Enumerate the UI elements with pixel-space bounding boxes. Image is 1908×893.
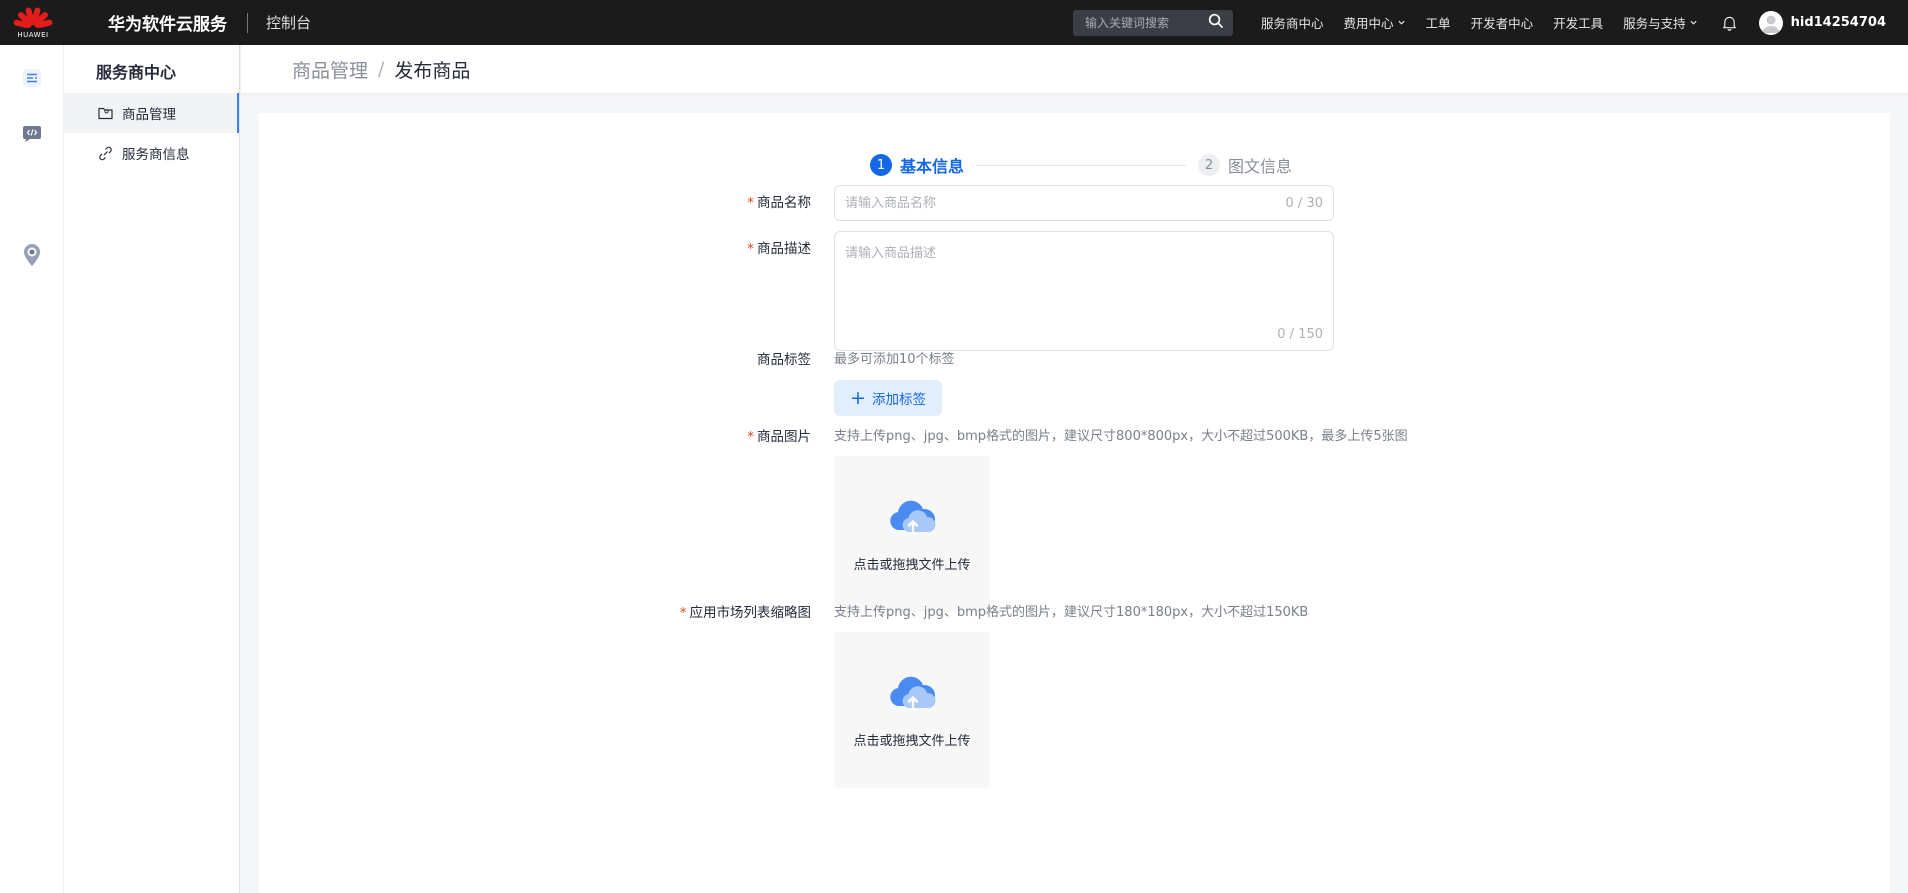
required-mark: * [747,429,754,445]
sidebar: 服务商中心 商品管理 服务商信息 [64,45,240,893]
step-label: 基本信息 [900,157,965,176]
form-card: 1 基本信息 2 图文信息 *商品名称 0 / 30 *商品描述 0 / 150… [259,113,1890,893]
thumbnail-uploader[interactable]: 点击或拖拽文件上传 [834,632,990,788]
upload-text: 点击或拖拽文件上传 [853,557,971,573]
nav-tickets[interactable]: 工单 [1426,13,1451,32]
char-counter: 0 / 150 [1277,327,1323,342]
thumbnail-field: 支持上传png、jpg、bmp格式的图片，建议尺寸180*180px，大小不超过… [834,601,1308,788]
product-images-label: * 商品图片 [747,429,811,445]
divider [247,12,248,33]
sidebar-item-product-management[interactable]: 商品管理 [64,93,239,133]
upload-text: 点击或拖拽文件上传 [853,733,971,749]
product-name-input[interactable] [845,195,1286,211]
product-name-label: * 商品名称 [747,195,811,211]
step-number: 1 [870,154,892,176]
chevron-down-icon [1689,15,1698,30]
product-tags-label: 商品标签 [757,352,811,368]
required-mark: * [679,605,687,621]
huawei-logo-icon [12,6,54,29]
bell-icon[interactable] [1722,15,1737,31]
icon-rail [0,45,64,893]
sidebar-title: 服务商中心 [96,63,177,82]
step-indicator: 1 基本信息 2 图文信息 [870,153,1292,177]
top-navigation-bar: HUAWEI 华为软件云服务 控制台 服务商中心 费用中心 工单 开发者中心 开… [0,0,1908,45]
logo-text: HUAWEI [17,30,49,39]
link-icon [98,145,114,161]
username: hid14254704 [1790,15,1886,30]
thumbnail-hint: 支持上传png、jpg、bmp格式的图片，建议尺寸180*180px，大小不超过… [834,605,1309,620]
breadcrumb-separator: / [378,58,385,80]
avatar[interactable] [1758,10,1783,35]
folder-icon [98,105,114,121]
product-name[interactable]: 华为软件云服务 [108,10,227,35]
step-label: 图文信息 [1228,157,1293,176]
product-images-field: 支持上传png、jpg、bmp格式的图片，建议尺寸800*800px，大小不超过… [834,425,1408,612]
cloud-upload-icon [887,672,937,716]
list-icon [23,69,41,91]
search-box[interactable] [1073,9,1234,36]
step-connector [976,164,1187,166]
step-media-info[interactable]: 2 图文信息 [1198,153,1292,177]
sidebar-item-label: 服务商信息 [122,147,190,163]
rail-item-list[interactable] [0,69,64,91]
step-basic-info[interactable]: 1 基本信息 [870,153,964,177]
page-title: 发布商品 [394,59,471,82]
add-tag-button[interactable]: + 添加标签 [834,380,942,416]
product-name-input-wrapper[interactable]: 0 / 30 [834,185,1334,221]
required-mark: * [747,241,754,257]
chevron-down-icon [1397,15,1406,30]
nav-provider-center[interactable]: 服务商中心 [1261,13,1324,32]
breadcrumb-parent[interactable]: 商品管理 [292,56,368,83]
search-input[interactable] [1085,15,1209,30]
product-description-field: 0 / 150 [834,231,1334,351]
product-description-wrapper[interactable]: 0 / 150 [834,231,1334,351]
search-icon[interactable] [1208,13,1223,32]
rail-item-location[interactable] [0,243,64,271]
rail-item-code[interactable] [0,125,64,147]
char-counter: 0 / 30 [1285,195,1323,211]
step-number: 2 [1198,154,1221,176]
cloud-upload-icon [887,496,937,540]
nav-service-support[interactable]: 服务与支持 [1623,13,1698,32]
user-menu[interactable]: hid14254704 [1758,10,1886,35]
sidebar-item-provider-info[interactable]: 服务商信息 [64,133,239,173]
breadcrumb: 商品管理 / 发布商品 [241,45,1908,93]
console-link[interactable]: 控制台 [266,12,311,33]
sidebar-item-label: 商品管理 [122,107,176,123]
nav-dev-tools[interactable]: 开发工具 [1553,13,1603,32]
nav-developer-center[interactable]: 开发者中心 [1471,13,1534,32]
required-mark: * [747,195,754,211]
thumbnail-label: * 应用市场列表缩略图 [679,605,811,621]
product-tags-field: 最多可添加10个标签 + 添加标签 [834,348,955,416]
code-icon [22,125,42,147]
nav-billing-center[interactable]: 费用中心 [1344,13,1406,32]
location-pin-icon [23,243,41,271]
plus-icon: + [850,386,866,409]
product-image-uploader[interactable]: 点击或拖拽文件上传 [834,456,990,612]
huawei-logo[interactable]: HUAWEI [0,0,66,45]
tags-hint: 最多可添加10个标签 [834,352,955,367]
product-name-field: 0 / 30 [834,185,1334,221]
images-hint: 支持上传png、jpg、bmp格式的图片，建议尺寸800*800px，大小不超过… [834,429,1408,444]
product-description-label: * 商品描述 [747,241,811,257]
product-description-input[interactable] [845,242,1323,312]
